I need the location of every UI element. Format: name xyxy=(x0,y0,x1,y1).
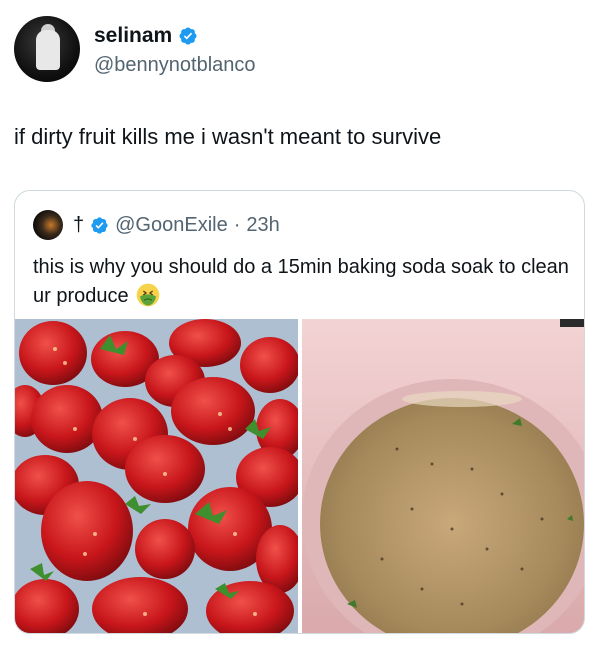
strawberries-photo[interactable] xyxy=(15,319,298,633)
tweet-header: selinam @bennynotblanco xyxy=(14,16,574,82)
quoted-timestamp[interactable]: 23h xyxy=(246,214,279,237)
quoted-author-avatar[interactable] xyxy=(33,210,63,240)
quoted-tweet-header: † @GoonExile · 23h xyxy=(33,209,280,241)
quoted-tweet-text-block: this is why you should do a 15min baking… xyxy=(33,253,573,311)
quoted-author-handle[interactable]: @GoonExile xyxy=(115,214,228,237)
quoted-tweet-card[interactable]: † @GoonExile · 23h this is why you shoul… xyxy=(14,190,585,634)
quoted-separator: · xyxy=(233,213,241,236)
strawberries-illustration xyxy=(15,319,298,633)
quoted-verified-badge-icon xyxy=(91,216,108,234)
avatar-figure-shape xyxy=(36,30,60,70)
tweet-text: if dirty fruit kills me i wasn't meant t… xyxy=(14,124,442,149)
quoted-media-grid xyxy=(15,319,584,633)
dirty-water-bowl-photo[interactable] xyxy=(302,319,584,633)
author-display-name[interactable]: selinam xyxy=(94,24,172,48)
author-handle[interactable]: @bennynotblanco xyxy=(94,54,256,77)
nauseated-face-icon xyxy=(136,283,160,307)
author-name-row: selinam xyxy=(94,24,198,48)
quoted-author-display-name[interactable]: † xyxy=(73,214,84,237)
verified-badge-icon xyxy=(179,27,197,45)
author-avatar[interactable] xyxy=(14,16,80,82)
quoted-tweet-text: this is why you should do a 15min baking… xyxy=(33,256,569,307)
water-bowl-illustration xyxy=(302,319,584,633)
